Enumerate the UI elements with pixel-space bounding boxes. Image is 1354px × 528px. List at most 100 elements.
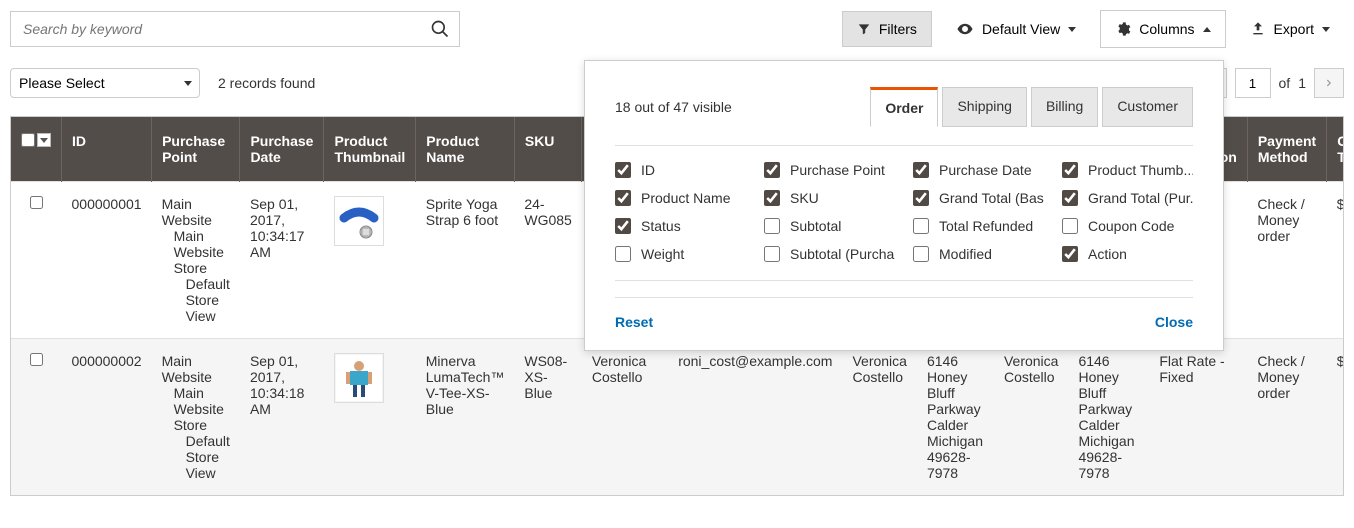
col-id[interactable]: ID: [62, 117, 152, 182]
chevron-down-icon: [1068, 27, 1076, 32]
column-option-label: Coupon Code: [1088, 218, 1174, 234]
cell-purchase-point: Main WebsiteMain Website StoreDefault St…: [152, 339, 240, 496]
view-button[interactable]: Default View: [942, 11, 1090, 47]
col-purchase-point[interactable]: Purchase Point: [152, 117, 240, 182]
row-checkbox[interactable]: [30, 353, 43, 366]
product-thumbnail: [334, 353, 384, 403]
cell-shipping-info: Flat Rate - Fixed: [1149, 339, 1247, 496]
col-purchase-date[interactable]: Purchase Date: [240, 117, 324, 182]
column-option[interactable]: Grand Total (Pur...: [1062, 190, 1193, 206]
row-checkbox[interactable]: [30, 196, 43, 209]
column-option-checkbox[interactable]: [1062, 218, 1078, 234]
column-option[interactable]: Subtotal (Purcha...: [764, 246, 895, 262]
columns-tab-customer[interactable]: Customer: [1102, 87, 1193, 127]
column-option-label: Weight: [641, 246, 684, 262]
columns-close[interactable]: Close: [1155, 314, 1193, 330]
pager-current[interactable]: [1235, 68, 1271, 98]
column-option[interactable]: Product Name: [615, 190, 746, 206]
cell-payment: Check / Money order: [1247, 339, 1326, 496]
pager-next[interactable]: [1314, 68, 1344, 98]
filters-button[interactable]: Filters: [842, 11, 932, 47]
pager-total: 1: [1298, 75, 1306, 91]
cell-shipping-address: 6146 Honey Bluff Parkway Calder Michigan…: [1068, 339, 1149, 496]
cell-grand-total: $39.64: [1327, 339, 1344, 496]
column-option[interactable]: ID: [615, 162, 746, 178]
column-option-checkbox[interactable]: [1062, 190, 1078, 206]
column-option[interactable]: SKU: [764, 190, 895, 206]
column-option-label: Subtotal: [790, 218, 841, 234]
columns-tab-order[interactable]: Order: [870, 87, 938, 127]
column-option-checkbox[interactable]: [615, 246, 631, 262]
funnel-icon: [857, 22, 871, 36]
export-button[interactable]: Export: [1236, 11, 1344, 47]
col-thumbnail[interactable]: Product Thumbnail: [324, 117, 416, 182]
column-option-checkbox[interactable]: [913, 162, 929, 178]
column-option[interactable]: Action: [1062, 246, 1193, 262]
select-all-checkbox[interactable]: [21, 133, 35, 147]
search-icon: [430, 19, 450, 39]
chevron-right-icon: [1324, 78, 1334, 88]
cell-id: 000000001: [62, 182, 152, 339]
columns-tab-billing[interactable]: Billing: [1031, 87, 1098, 127]
column-option-checkbox[interactable]: [913, 218, 929, 234]
column-option-checkbox[interactable]: [764, 162, 780, 178]
column-option[interactable]: Status: [615, 218, 746, 234]
pager-of: of: [1279, 75, 1291, 91]
table-row[interactable]: 000000002Main WebsiteMain Website StoreD…: [11, 339, 1344, 496]
cell-purchase-date: Sep 01, 2017, 10:34:18 AM: [240, 339, 324, 496]
cell-grand-total: $36.39: [1327, 182, 1344, 339]
column-option-checkbox[interactable]: [1062, 246, 1078, 262]
cell-purchase-date: Sep 01, 2017, 10:34:17 AM: [240, 182, 324, 339]
eye-icon: [956, 20, 974, 38]
column-option-label: Product Name: [641, 190, 730, 206]
col-payment[interactable]: Payment Method: [1247, 117, 1326, 182]
col-grand-total[interactable]: Grand Total: [1327, 117, 1344, 182]
cell-payment: Check / Money order: [1247, 182, 1326, 339]
column-option-checkbox[interactable]: [1062, 162, 1078, 178]
column-option-checkbox[interactable]: [615, 190, 631, 206]
columns-summary: 18 out of 47 visible: [615, 99, 732, 115]
bulk-actions-wrap: Please Select: [10, 68, 200, 98]
columns-label: Columns: [1139, 21, 1194, 37]
column-option[interactable]: Grand Total (Base): [913, 190, 1044, 206]
col-sku[interactable]: SKU: [514, 117, 581, 182]
columns-panel: 18 out of 47 visible OrderShippingBillin…: [584, 60, 1224, 351]
view-label: Default View: [982, 21, 1060, 37]
column-option[interactable]: Subtotal: [764, 218, 895, 234]
cell-customer-name: Veronica Costello: [582, 339, 668, 496]
search-input[interactable]: [10, 11, 460, 47]
search-field: [10, 11, 460, 47]
column-option-label: Action: [1088, 246, 1127, 262]
column-option[interactable]: Purchase Date: [913, 162, 1044, 178]
column-option[interactable]: Total Refunded: [913, 218, 1044, 234]
column-option-label: Status: [641, 218, 681, 234]
columns-reset[interactable]: Reset: [615, 314, 653, 330]
select-all[interactable]: [21, 133, 51, 147]
column-option[interactable]: Purchase Point: [764, 162, 895, 178]
column-option[interactable]: Coupon Code: [1062, 218, 1193, 234]
cell-bill-name: Veronica Costello: [842, 339, 916, 496]
column-option-label: Purchase Date: [939, 162, 1032, 178]
column-option-checkbox[interactable]: [764, 246, 780, 262]
column-option-checkbox[interactable]: [615, 162, 631, 178]
column-option[interactable]: Modified: [913, 246, 1044, 262]
cell-thumbnail: [324, 339, 416, 496]
columns-tab-shipping[interactable]: Shipping: [942, 87, 1027, 127]
column-option-checkbox[interactable]: [913, 190, 929, 206]
column-option-label: Total Refunded: [939, 218, 1033, 234]
column-option-checkbox[interactable]: [615, 218, 631, 234]
column-option-checkbox[interactable]: [913, 246, 929, 262]
col-product-name[interactable]: Product Name: [416, 117, 515, 182]
column-option-checkbox[interactable]: [764, 190, 780, 206]
column-option-checkbox[interactable]: [764, 218, 780, 234]
select-all-caret[interactable]: [37, 133, 51, 147]
cell-id: 000000002: [62, 339, 152, 496]
chevron-up-icon: [1203, 27, 1211, 32]
search-button[interactable]: [426, 15, 454, 43]
column-option-label: Modified: [939, 246, 992, 262]
cell-sku: WS08-XS-Blue: [514, 339, 581, 496]
columns-button[interactable]: Columns: [1101, 11, 1224, 47]
column-option[interactable]: Weight: [615, 246, 746, 262]
bulk-actions-select[interactable]: Please Select: [10, 68, 200, 98]
column-option[interactable]: Product Thumb...: [1062, 162, 1193, 178]
